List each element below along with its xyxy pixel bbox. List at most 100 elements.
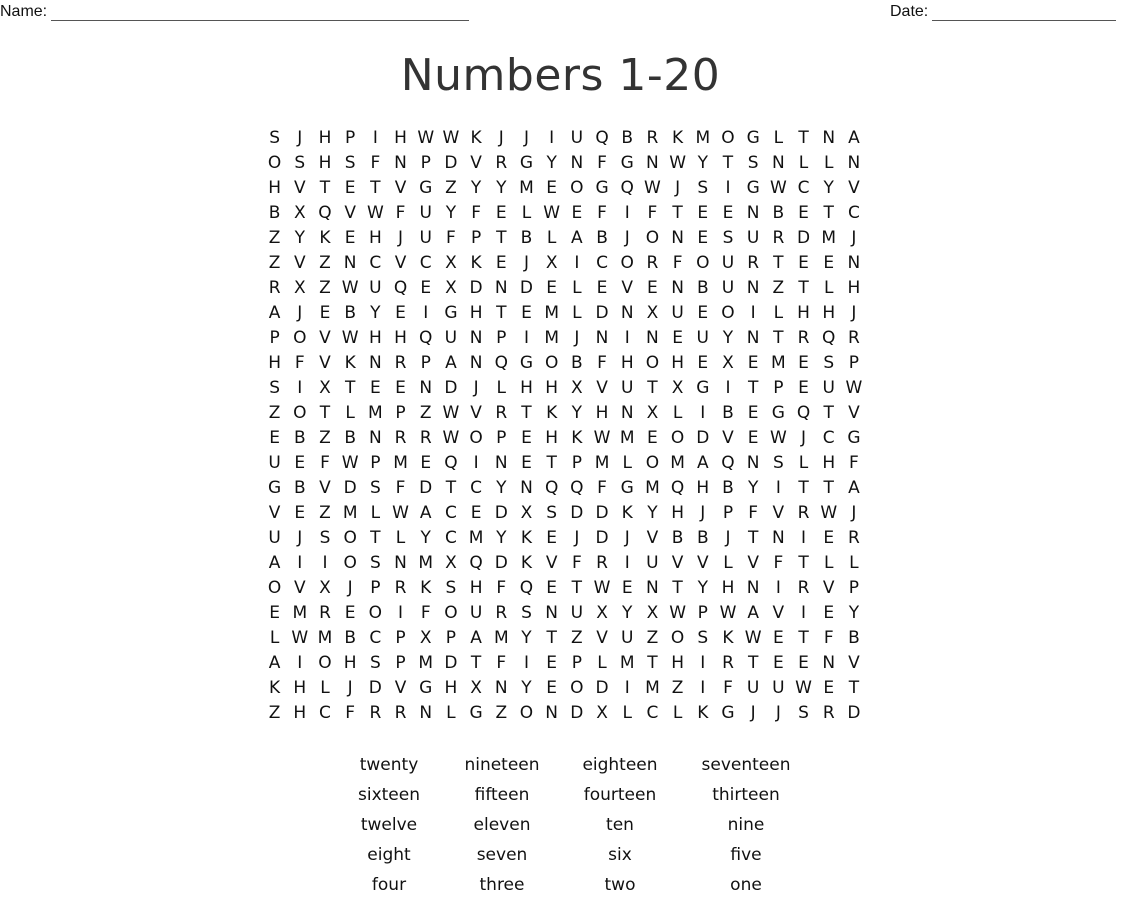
grid-letter: S xyxy=(823,353,835,373)
grid-letter: X xyxy=(722,353,734,373)
grid-letter: K xyxy=(697,703,709,723)
grid-letter: N xyxy=(545,603,559,623)
grid-letter: N xyxy=(595,328,609,348)
grid-letter: F xyxy=(496,578,507,598)
grid-letter: J xyxy=(347,578,353,598)
grid-letter: X xyxy=(646,303,659,323)
grid-letter: Q xyxy=(318,203,332,223)
grid-letter: O xyxy=(267,153,282,173)
name-field: Name: xyxy=(0,3,470,21)
grid-letter: R xyxy=(822,703,835,723)
grid-letter: W xyxy=(644,178,661,198)
grid-letter: X xyxy=(520,503,533,523)
grid-letter: E xyxy=(470,503,482,523)
grid-letter: R xyxy=(772,228,785,248)
grid-letter: P xyxy=(722,503,734,523)
grid-letter: Z xyxy=(319,278,331,298)
grid-letter: N xyxy=(494,278,508,298)
grid-letter: I xyxy=(549,128,555,148)
grid-letter: T xyxy=(647,378,658,398)
grid-letter: A xyxy=(571,228,583,248)
grid-letter: E xyxy=(546,578,558,598)
grid-letter: O xyxy=(343,528,357,548)
grid-letter: E xyxy=(344,178,356,198)
grid-letter: N xyxy=(746,328,760,348)
grid-letter: Y xyxy=(496,528,507,548)
grid-letter: T xyxy=(798,128,809,148)
grid-letter: H xyxy=(293,703,307,723)
grid-letter: W xyxy=(820,503,838,523)
grid-letter: V xyxy=(470,153,482,173)
grid-letter: Y xyxy=(722,328,734,348)
grid-letter: E xyxy=(521,303,532,323)
grid-letter: T xyxy=(747,528,759,548)
grid-letter: X xyxy=(445,278,457,298)
grid-letter: B xyxy=(571,353,583,373)
grid-letter: J xyxy=(498,128,504,148)
grid-letter: J xyxy=(624,228,630,248)
grid-letter: Y xyxy=(697,153,708,173)
grid-letter: E xyxy=(521,428,532,448)
grid-letter: O xyxy=(721,128,735,148)
grid-letter: L xyxy=(572,278,582,298)
word-list-item: ten xyxy=(606,815,634,835)
grid-letter: B xyxy=(671,528,684,548)
grid-letter: W xyxy=(719,603,737,623)
grid-letter: C xyxy=(319,703,331,723)
grid-letter: M xyxy=(821,228,837,248)
grid-letter: E xyxy=(697,228,709,248)
grid-letter: M xyxy=(418,653,434,673)
grid-letter: N xyxy=(343,253,357,273)
word-search-grid: SJHPIHWWKJJIUQBRKMOGLTNAOSHSFNPDVRGYNFGN… xyxy=(262,126,867,726)
grid-letter: V xyxy=(319,478,331,498)
date-blank-line xyxy=(932,6,1117,21)
grid-letter: B xyxy=(722,403,734,423)
grid-letter: H xyxy=(822,303,836,323)
grid-letter: C xyxy=(797,178,810,198)
grid-letter: N xyxy=(646,328,659,348)
grid-letter: S xyxy=(269,378,280,398)
word-list-item: four xyxy=(371,875,407,895)
grid-letter: H xyxy=(368,328,382,348)
grid-letter: U xyxy=(419,203,432,223)
grid-letter: F xyxy=(294,353,305,373)
grid-letter: G xyxy=(847,428,861,448)
grid-letter: Z xyxy=(319,253,331,273)
grid-letter: Y xyxy=(420,528,431,548)
grid-letter: R xyxy=(419,428,432,448)
word-list-item: fifteen xyxy=(474,785,530,805)
grid-letter: W xyxy=(291,628,309,648)
grid-letter: I xyxy=(297,553,303,573)
grid-letter: T xyxy=(470,653,482,673)
grid-letter: E xyxy=(294,453,306,473)
grid-letter: T xyxy=(798,628,809,648)
grid-letter: T xyxy=(571,578,583,598)
grid-letter: M xyxy=(695,128,711,148)
grid-letter: W xyxy=(341,278,359,298)
grid-letter: S xyxy=(722,228,734,248)
grid-letter: E xyxy=(546,528,558,548)
grid-letter: A xyxy=(268,653,281,673)
grid-letter: I xyxy=(725,178,731,198)
grid-letter: T xyxy=(798,278,809,298)
grid-letter: K xyxy=(319,228,331,248)
grid-letter: Z xyxy=(671,678,684,698)
grid-letter: I xyxy=(624,678,630,698)
grid-letter: H xyxy=(318,153,332,173)
grid-letter: H xyxy=(696,478,710,498)
grid-letter: Q xyxy=(670,478,685,498)
grid-letter: V xyxy=(344,203,356,223)
grid-letter: S xyxy=(369,653,381,673)
grid-letter: E xyxy=(772,653,784,673)
grid-letter: Y xyxy=(848,603,860,623)
grid-letter: G xyxy=(620,153,634,173)
grid-letter: T xyxy=(848,678,860,698)
grid-letter: T xyxy=(319,403,331,423)
grid-letter: E xyxy=(798,353,809,373)
grid-letter: S xyxy=(772,453,784,473)
grid-letter: O xyxy=(645,453,660,473)
grid-letter: N xyxy=(469,328,483,348)
grid-letter: Y xyxy=(294,228,305,248)
word-list-item: thirteen xyxy=(712,785,780,805)
grid-letter: F xyxy=(597,203,607,223)
